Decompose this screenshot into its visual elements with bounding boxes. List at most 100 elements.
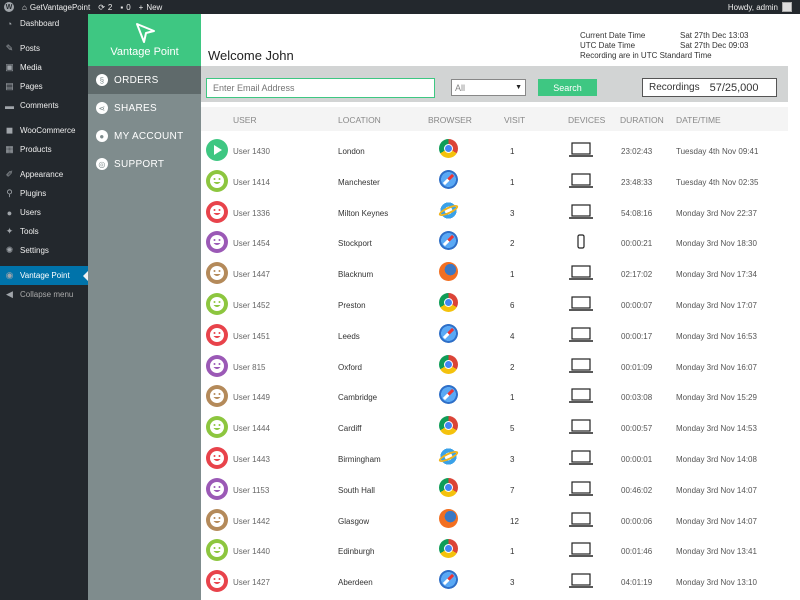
location: Birmingham xyxy=(338,454,381,464)
search-button[interactable]: Search xyxy=(538,79,597,96)
table-row[interactable]: User 1454 Stockport 2 00:00:21 Monday 3rd No… xyxy=(201,227,788,258)
wp-menu-label: Plugins xyxy=(20,189,47,198)
site-name-link[interactable]: ⌂ GetVantagePoint xyxy=(22,3,90,12)
location: Preston xyxy=(338,300,366,310)
table-row[interactable]: User 1451 Leeds 4 00:00:17 Monday 3rd Nov 16… xyxy=(201,320,788,351)
table-row[interactable]: User 1153 South Hall 7 00:46:02 Monday 3rd N… xyxy=(201,474,788,505)
wp-menu-label: Settings xyxy=(20,246,49,255)
table-row[interactable]: User 1336 Milton Keynes 3 54:08:16 Monday 3r… xyxy=(201,197,788,228)
table-row[interactable]: User 815 Oxford 2 00:01:09 Monday 3rd Nov 16… xyxy=(201,351,788,382)
smiley-face-icon[interactable] xyxy=(206,231,228,254)
col-user[interactable]: USER xyxy=(233,115,257,125)
vantage-point-panel: Vantage Point § ORDERS ⋖ SHARES ● MY ACC… xyxy=(88,14,201,600)
email-search-input[interactable] xyxy=(206,78,435,98)
smiley-face-icon[interactable] xyxy=(206,570,228,593)
wp-menu-item-vantage-point[interactable]: ◉ Vantage Point xyxy=(0,266,88,285)
table-row[interactable]: User 1449 Cambridge 1 00:03:08 Monday 3rd No… xyxy=(201,381,788,412)
smiley-face-icon[interactable] xyxy=(206,262,228,285)
table-row[interactable]: User 1442 Glasgow 12 00:00:06 Monday 3rd Nov… xyxy=(201,505,788,536)
filter-bar: All ▼ Search Recordings 57/25,000 xyxy=(201,66,788,102)
wp-menu-item-dashboard[interactable]: ◔ Dashboard xyxy=(0,14,88,33)
laptop-icon xyxy=(569,573,593,591)
col-duration[interactable]: DURATION xyxy=(620,115,664,125)
laptop-icon xyxy=(569,450,593,468)
wp-menu-item-tools[interactable]: ✦ Tools xyxy=(0,222,88,241)
duration: 00:00:01 xyxy=(621,454,653,464)
my-account-link[interactable]: Howdy, admin xyxy=(728,2,792,12)
date-time: Monday 3rd Nov 16:53 xyxy=(676,331,757,341)
date-time: Tuesday 4th Nov 02:35 xyxy=(676,177,759,187)
wp-menu-item-posts[interactable]: ✎ Posts xyxy=(0,39,88,58)
location: Stockport xyxy=(338,239,372,249)
table-row[interactable]: User 1430 London 1 23:02:43 Tuesday 4th Nov … xyxy=(201,135,788,166)
nav-shares[interactable]: ⋖ SHARES xyxy=(88,94,201,122)
duration: 00:00:17 xyxy=(621,331,653,341)
table-row[interactable]: User 1452 Preston 6 00:00:07 Monday 3rd Nov … xyxy=(201,289,788,320)
table-header: USER LOCATION BROWSER VISIT DEVICES DURA… xyxy=(201,107,788,131)
wp-menu-item-woocommerce[interactable]: ◼ WooCommerce xyxy=(0,121,88,140)
wp-menu-item-appearance[interactable]: ✐ Appearance xyxy=(0,165,88,184)
play-icon[interactable] xyxy=(206,139,228,161)
site-name-label: GetVantagePoint xyxy=(29,2,91,12)
nav-shares-label: SHARES xyxy=(114,102,157,114)
safari-browser-icon xyxy=(439,570,458,590)
wp-menu-label: Comments xyxy=(20,101,59,110)
laptop-icon xyxy=(569,388,593,406)
table-row[interactable]: User 1427 Aberdeen 3 04:01:19 Monday 3rd Nov… xyxy=(201,566,788,597)
smiley-face-icon[interactable] xyxy=(206,539,228,562)
table-row[interactable]: User 1440 Edinburgh 1 00:01:46 Monday 3rd No… xyxy=(201,535,788,566)
wp-menu-item-media[interactable]: ▣ Media xyxy=(0,58,88,77)
duration: 02:17:02 xyxy=(621,270,653,280)
smiley-face-icon[interactable] xyxy=(206,323,228,346)
table-row[interactable]: User 1447 Blacknum 1 02:17:02 Monday 3rd Nov… xyxy=(201,258,788,289)
wp-menu-item-collapse-menu[interactable]: ◀ Collapse menu xyxy=(0,285,88,304)
duration: 00:03:08 xyxy=(621,393,653,403)
col-location[interactable]: LOCATION xyxy=(338,115,381,125)
smiley-face-icon[interactable] xyxy=(206,169,228,192)
updates-link[interactable]: ⟳ 2 xyxy=(98,3,112,12)
wp-menu-item-pages[interactable]: ▤ Pages xyxy=(0,77,88,96)
wordpress-logo-icon[interactable]: W xyxy=(4,2,14,12)
nav-orders[interactable]: § ORDERS xyxy=(88,66,201,94)
smiley-face-icon[interactable] xyxy=(206,416,228,439)
visit-count: 2 xyxy=(510,362,515,372)
new-content-link[interactable]: + New xyxy=(139,3,163,12)
nav-support[interactable]: ◎ SUPPORT xyxy=(88,150,201,178)
smiley-face-icon[interactable] xyxy=(206,292,228,315)
wp-menu-item-plugins[interactable]: ⚲ Plugins xyxy=(0,184,88,203)
filter-select[interactable]: All ▼ xyxy=(451,79,526,96)
wp-menu-item-products[interactable]: ▦ Products xyxy=(0,140,88,159)
col-browser[interactable]: BROWSER xyxy=(428,115,472,125)
user-icon: ● xyxy=(6,207,13,218)
col-devices[interactable]: DEVICES xyxy=(568,115,605,125)
wp-menu-item-comments[interactable]: ▬ Comments xyxy=(0,96,88,115)
table-row[interactable]: User 1444 Cardiff 5 00:00:57 Monday 3rd Nov … xyxy=(201,412,788,443)
smiley-face-icon[interactable] xyxy=(206,446,228,469)
smiley-face-icon[interactable] xyxy=(206,508,228,531)
comments-count: 0 xyxy=(126,2,131,12)
vantage-point-logo[interactable]: Vantage Point xyxy=(88,14,201,66)
wp-menu-item-users[interactable]: ● Users xyxy=(0,203,88,222)
firefox-browser-icon xyxy=(439,262,458,282)
smiley-face-icon[interactable] xyxy=(206,385,228,408)
howdy-label: Howdy, admin xyxy=(727,2,778,12)
col-visit[interactable]: VISIT xyxy=(504,115,525,125)
laptop-icon xyxy=(569,173,593,191)
wp-menu-label: Products xyxy=(20,145,52,154)
nav-my-account[interactable]: ● MY ACCOUNT xyxy=(88,122,201,150)
current-time-value: Sat 27th Dec 13:03 xyxy=(680,31,749,40)
visit-count: 7 xyxy=(510,485,515,495)
smiley-face-icon[interactable] xyxy=(206,477,228,500)
location: Cardiff xyxy=(338,424,362,434)
wp-menu-item-settings[interactable]: ✺ Settings xyxy=(0,241,88,260)
smiley-face-icon[interactable] xyxy=(206,200,228,223)
comments-link[interactable]: ▪ 0 xyxy=(120,3,130,12)
avatar xyxy=(782,2,792,12)
col-date[interactable]: DATE/TIME xyxy=(676,115,721,125)
table-row[interactable]: User 1443 Birmingham 3 00:00:01 Monday 3rd N… xyxy=(201,443,788,474)
nav-support-label: SUPPORT xyxy=(114,158,165,170)
table-row[interactable]: User 1414 Manchester 1 23:48:33 Tuesday 4th … xyxy=(201,166,788,197)
location: South Hall xyxy=(338,485,375,495)
duration: 00:00:21 xyxy=(621,239,653,249)
smiley-face-icon[interactable] xyxy=(206,354,228,377)
